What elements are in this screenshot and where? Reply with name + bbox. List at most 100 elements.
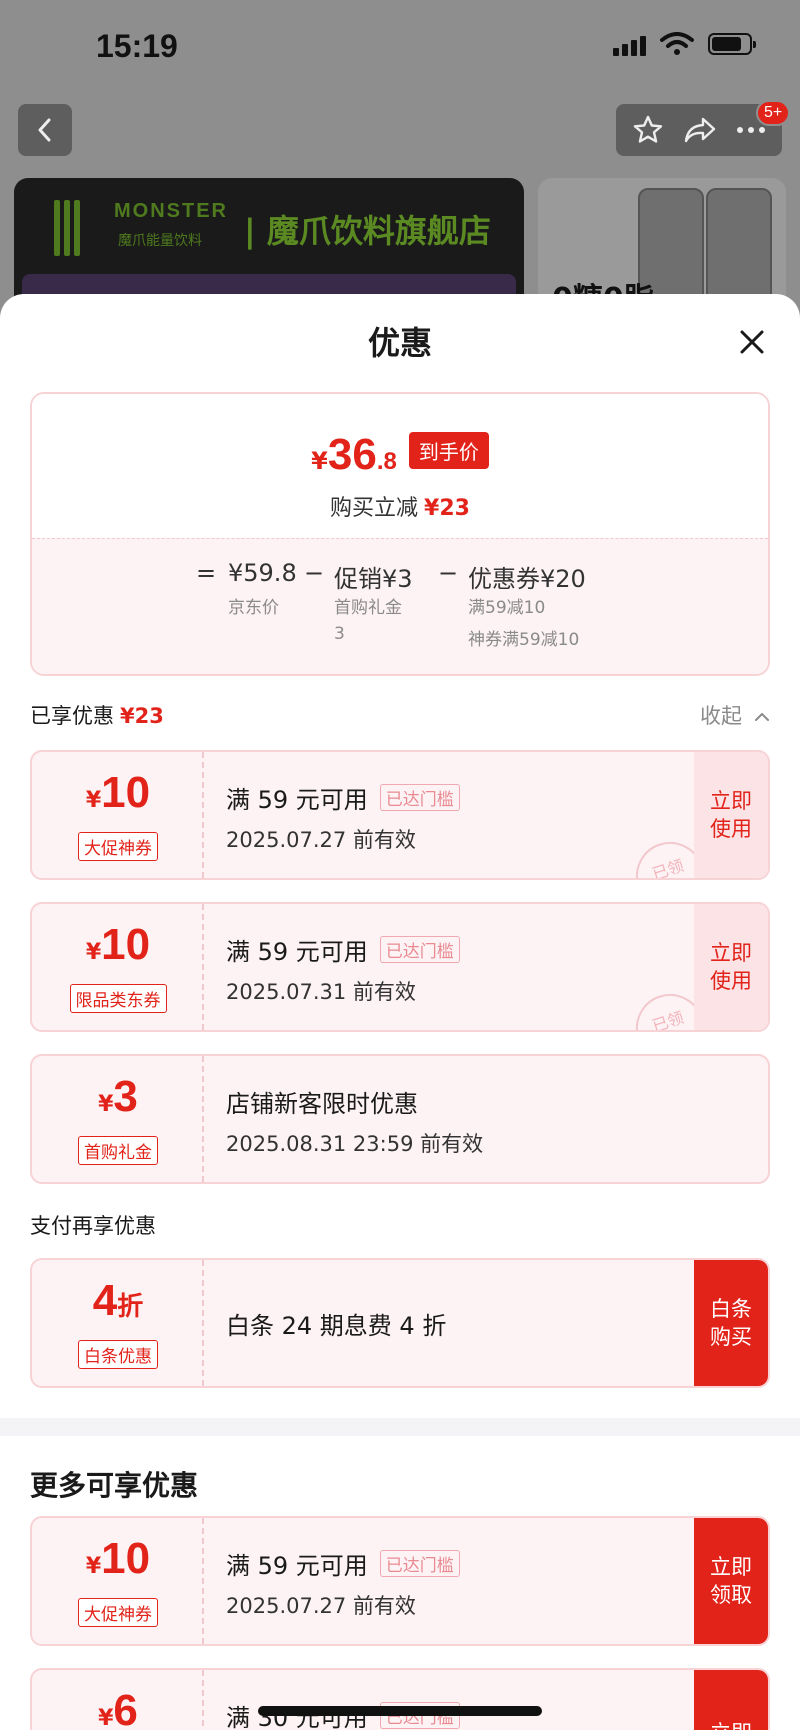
star-icon[interactable] (632, 114, 664, 146)
chevron-left-icon (38, 118, 51, 142)
coupon-title: 满 59 元可用 (226, 1552, 368, 1580)
use-now-button[interactable]: 立即 使用 (694, 904, 768, 1030)
discount-sheet: 优惠 ¥ 36 .8 到手价 购买立减 ¥23 = ¥59.8 京东价 − 促销¥… (0, 294, 800, 1730)
baitiao-buy-label: 白条 购买 (710, 1297, 752, 1349)
price-breakdown: = ¥59.8 京东价 − 促销¥3 首购礼金 3 − 优惠券¥20 满59减1… (32, 538, 768, 674)
equals-sign: = (196, 559, 217, 587)
coupon-card: ¥6 满 30 元可用已达门槛 立即 (30, 1668, 770, 1730)
coupon-amount: 优惠券¥20 (468, 565, 586, 593)
coupon-condition: 满 59 元可用 已达门槛 (226, 780, 460, 815)
wifi-icon (660, 32, 694, 55)
coupon-expiry: 2025.07.27 前有效 (226, 828, 416, 852)
promo-sub-label: 首购礼金 (334, 598, 402, 618)
coupon-card: ¥10 大促神券 满 59 元可用 已达门槛 2025.07.27 前有效 已领 … (30, 750, 770, 880)
use-now-label: 立即 使用 (710, 941, 752, 993)
baitiao-buy-button[interactable]: 白条 购买 (694, 1260, 768, 1386)
coupon-type-label: 大促神券 (78, 1598, 158, 1627)
back-button[interactable] (18, 104, 72, 156)
coupon-number: 4 (92, 1276, 118, 1325)
promo-sub-value: 3 (334, 624, 345, 644)
coupon-currency: ¥ (98, 1092, 114, 1117)
coupon-number: 6 (113, 1686, 138, 1730)
coupon-amount: ¥10 (32, 1534, 204, 1584)
monster-logo-icon (54, 200, 82, 256)
coupon-expiry: 2025.07.31 前有效 (226, 980, 416, 1004)
coupon-title: 满 59 元可用 (226, 938, 368, 966)
banner-brand-sub: 魔爪能量饮料 (118, 233, 202, 249)
coupon-sub-1: 满59减10 (468, 598, 546, 618)
saving-label: 购买立减 (330, 496, 419, 521)
cellular-signal-icon (613, 32, 646, 56)
status-time: 15:19 (96, 28, 178, 64)
coupon-unit: 折 (117, 1292, 144, 1322)
coupon-amount: ¥10 (32, 920, 204, 970)
claim-now-button[interactable]: 立即 (694, 1670, 768, 1730)
banner-store-title: | 魔爪饮料旗舰店 (244, 212, 491, 250)
coupon-condition: 满 59 元可用 已达门槛 (226, 932, 460, 967)
coupon-type-label: 限品类东券 (69, 984, 167, 1013)
share-icon[interactable] (683, 115, 717, 145)
claim-now-label: 立即 领取 (710, 1555, 752, 1607)
coupon-type: 大促神券 (32, 832, 204, 861)
coupon-type-label: 白条优惠 (78, 1340, 158, 1369)
coupon-expiry: 2025.08.31 23:59 前有效 (226, 1132, 484, 1156)
coupon-type: 限品类东券 (32, 984, 204, 1013)
coupon-currency: ¥ (98, 1706, 114, 1730)
final-price: ¥ 36 .8 到手价 (32, 430, 768, 480)
enjoyed-discounts-label: 已享优惠 ¥23 (30, 700, 164, 730)
price-currency: ¥ (311, 447, 328, 475)
coupon-card: ¥10 大促神券 满 59 元可用 已达门槛 2025.07.27 前有效 立即 … (30, 1516, 770, 1646)
coupon-currency: ¥ (85, 1554, 102, 1579)
collapse-toggle[interactable]: 收起 (700, 700, 771, 730)
pay-discounts-label: 支付再享优惠 (30, 1214, 156, 1238)
claim-now-button[interactable]: 立即 领取 (694, 1518, 768, 1644)
price-decimal: .8 (376, 448, 397, 475)
coupon-value: ¥10 大促神券 (32, 1518, 204, 1644)
coupon-value: ¥10 大促神券 (32, 752, 204, 878)
collapse-label: 收起 (700, 704, 742, 728)
sheet-title: 优惠 (367, 324, 432, 362)
threshold-met-badge: 已达门槛 (379, 936, 460, 963)
coupon-amount: 4折 (32, 1276, 204, 1326)
coupon-value: ¥3 首购礼金 (32, 1056, 204, 1182)
coupon-amount: ¥6 (32, 1686, 204, 1730)
saving-amount: ¥23 (424, 496, 470, 521)
section-divider (0, 1418, 800, 1436)
coupon-card: ¥10 限品类东券 满 59 元可用 已达门槛 2025.07.31 前有效 已领… (30, 902, 770, 1032)
more-icon[interactable] (736, 125, 766, 135)
coupon-sub-2: 神券满59减10 (468, 630, 580, 650)
threshold-met-badge: 已达门槛 (379, 1550, 460, 1577)
background-page: 15:19 5+ MONSTER 魔爪能量饮料 | 魔爪饮料旗舰店 (0, 0, 800, 338)
jd-price-label: 京东价 (228, 598, 279, 618)
price-integer: 36 (327, 430, 377, 479)
coupon-expiry: 2025.07.27 前有效 (226, 1594, 416, 1618)
home-indicator[interactable] (258, 1706, 542, 1716)
baitiao-coupon-card: 4折 白条优惠 白条 24 期息费 4 折 白条 购买 (30, 1258, 770, 1388)
coupon-type: 大促神券 (32, 1598, 204, 1627)
threshold-met-badge: 已达门槛 (379, 784, 460, 811)
coupon-type: 白条优惠 (32, 1340, 204, 1369)
coupon-value: ¥10 限品类东券 (32, 904, 204, 1030)
use-now-button[interactable]: 立即 使用 (694, 752, 768, 878)
coupon-title: 满 59 元可用 (226, 786, 368, 814)
coupon-value: ¥6 (32, 1670, 204, 1730)
use-now-label: 立即 使用 (710, 789, 752, 841)
minus-sign: − (438, 559, 459, 587)
coupon-number: 10 (101, 1534, 151, 1583)
close-icon[interactable] (732, 322, 772, 362)
claim-now-label: 立即 (710, 1719, 752, 1730)
coupon-condition: 满 59 元可用 已达门槛 (226, 1546, 460, 1581)
coupon-currency: ¥ (85, 788, 102, 813)
price-summary-card: ¥ 36 .8 到手价 购买立减 ¥23 = ¥59.8 京东价 − 促销¥3 首… (30, 392, 770, 676)
enjoyed-amount: ¥23 (120, 704, 164, 728)
banner-brand: MONSTER (114, 200, 228, 222)
status-bar: 15:19 (0, 0, 800, 96)
coupon-card: ¥3 首购礼金 店铺新客限时优惠 2025.08.31 23:59 前有效 (30, 1054, 770, 1184)
coupon-type: 首购礼金 (32, 1136, 204, 1165)
chevron-up-icon (754, 712, 769, 721)
coupon-type-label: 大促神券 (78, 832, 158, 861)
coupon-title: 店铺新客限时优惠 (226, 1090, 418, 1118)
coupon-number: 3 (113, 1072, 138, 1121)
minus-sign: − (304, 559, 325, 587)
coupon-title: 白条 24 期息费 4 折 (226, 1312, 447, 1340)
